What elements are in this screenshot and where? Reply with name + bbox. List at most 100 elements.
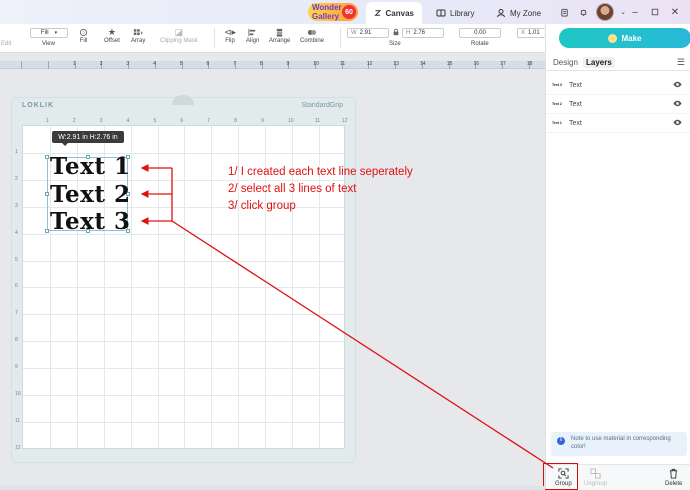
eye-icon[interactable] <box>673 118 682 127</box>
mat-column-number: 8 <box>234 118 237 124</box>
promo-badge: 60 <box>342 5 356 19</box>
layer-row[interactable]: Text 2 Text <box>546 95 690 114</box>
mat-column-number: 6 <box>180 118 184 124</box>
arrange-label: Arrange <box>269 38 291 44</box>
mat-column-number: 11 <box>314 118 321 124</box>
tab-canvas-label: Canvas <box>385 8 414 18</box>
close-icon[interactable]: ✕ <box>668 5 682 19</box>
mat-column-number: 3 <box>99 118 103 124</box>
tab-layers[interactable]: Layers <box>583 57 615 68</box>
top-actions: ⌄ <box>557 3 630 21</box>
arrange-tool[interactable]: Arrange <box>269 26 290 44</box>
promo-banner[interactable]: Wonder Gallery 60 <box>308 3 358 21</box>
combine-label: Combine <box>300 38 325 44</box>
make-label: Make <box>621 33 642 43</box>
layer-row[interactable]: Text 3 Text <box>546 76 690 95</box>
flip-tool[interactable]: ⊲▸ Flip <box>224 26 236 45</box>
view-label: View <box>42 41 55 47</box>
grid-line <box>23 287 344 289</box>
horizontal-ruler: 1 2 3 4 5 6 7 8 9 10 11 12 13 14 15 16 17 18 <box>0 61 545 69</box>
clipboard-icon[interactable] <box>557 5 571 19</box>
mat-row-number: 11 <box>15 417 21 424</box>
eye-icon[interactable] <box>673 80 682 89</box>
offset-tool[interactable]: ★ Offset <box>104 26 120 45</box>
mat-row-number: 9 <box>15 364 18 371</box>
width-prefix: W <box>351 30 357 36</box>
mat-row-number: 12 <box>15 444 21 451</box>
view-fill-select[interactable]: Fill ▾ <box>30 28 68 38</box>
tab-design[interactable]: Design <box>553 58 578 67</box>
resize-handle[interactable] <box>45 192 49 196</box>
ungroup-button[interactable]: Ungroup <box>584 468 607 487</box>
combine-tool[interactable]: Combine <box>300 26 324 44</box>
view-fill-value: Fill <box>40 30 49 36</box>
tab-canvas[interactable]: Canvas <box>366 2 422 24</box>
minimize-icon[interactable]: – <box>628 5 642 19</box>
eye-icon[interactable] <box>673 99 682 108</box>
divider <box>214 28 215 48</box>
bell-icon[interactable] <box>576 5 590 19</box>
ruler-tick <box>48 61 49 69</box>
resize-handle[interactable] <box>45 229 49 233</box>
mat-column-number: 4 <box>126 118 130 124</box>
chevron-down-icon: ▾ <box>54 30 58 36</box>
ungroup-label: Ungroup <box>584 481 608 487</box>
horizontal-scrollbar[interactable] <box>0 486 545 490</box>
star-offset-icon: ★ <box>107 26 116 37</box>
rotate-field[interactable]: 0.00 <box>459 28 501 38</box>
array-label: Array <box>131 38 146 44</box>
tab-my-zone-label: My Zone <box>510 8 542 18</box>
delete-button[interactable]: Delete <box>665 468 682 487</box>
right-panel: Make Design Layers ☰ Text 3 Text Text 2 … <box>545 24 690 490</box>
arrange-icon <box>275 26 284 38</box>
layer-row[interactable]: Text 1 Text <box>546 114 690 133</box>
mat-logo: LOKLIK <box>22 102 55 109</box>
annotation-line-1: 1/ I created each text line seperately <box>228 166 413 178</box>
cutting-mat: LOKLIK StandardGrip 1 2 3 4 5 6 7 8 9 10 11 12 1234… <box>11 95 356 463</box>
x-value: 1.01 <box>528 30 540 36</box>
align-icon <box>248 26 257 38</box>
fill-tool[interactable]: ? Fill <box>79 26 88 44</box>
layer-name: Text <box>569 119 582 127</box>
mat-column-number: 7 <box>207 118 211 124</box>
array-icon <box>133 26 143 38</box>
width-field[interactable]: W 2.91 <box>347 28 389 38</box>
material-note-text: Note to use material in corresponding co… <box>571 436 671 450</box>
mat-row-number: 3 <box>15 202 18 209</box>
avatar[interactable] <box>596 3 614 21</box>
rotate-value: 0.00 <box>474 30 486 36</box>
ruler-tick <box>21 61 23 69</box>
clipping-mask-label: Clipping Mask <box>160 38 198 44</box>
height-field[interactable]: H 2.76 <box>402 28 444 38</box>
layer-name: Text <box>569 100 582 108</box>
mat-row-number: 8 <box>15 337 18 344</box>
ruler-number: 10 <box>313 61 319 67</box>
x-field[interactable]: X 1.01 <box>517 28 545 38</box>
mat-column-number: 12 <box>341 118 348 124</box>
toolbar: Edit Fill ▾ View ? Fill ★ Offset Array ◪… <box>0 24 545 53</box>
tab-library[interactable]: Library <box>428 2 482 24</box>
text-object-3[interactable]: Text 3 <box>50 210 130 233</box>
tab-my-zone[interactable]: My Zone <box>488 2 549 24</box>
mat-row-number: 4 <box>15 229 18 236</box>
layer-options-icon[interactable]: ☰ <box>677 57 685 68</box>
clipping-mask-tool[interactable]: ◪ Clipping Mask <box>160 26 198 45</box>
lock-icon[interactable] <box>391 27 401 37</box>
array-tool[interactable]: Array <box>131 26 145 44</box>
grid-line <box>23 368 344 370</box>
mat-column-number: 1 <box>45 118 49 124</box>
ruler-number: 7 <box>233 61 236 67</box>
resize-handle[interactable] <box>45 155 49 159</box>
ruler-number: 2 <box>99 61 103 67</box>
ruler-number: 13 <box>393 61 399 67</box>
align-tool[interactable]: Align <box>246 26 259 44</box>
grid-line <box>23 314 344 316</box>
mat-row-number: 2 <box>15 175 18 182</box>
make-button[interactable]: Make <box>559 28 690 48</box>
text-object-2[interactable]: Text 2 <box>50 183 130 206</box>
mat-row-number: 7 <box>15 310 18 317</box>
text-object-1[interactable]: Text 1 <box>50 155 130 178</box>
maximize-icon[interactable] <box>648 5 662 19</box>
ruler-number: 16 <box>473 61 480 67</box>
user-icon <box>497 9 505 18</box>
